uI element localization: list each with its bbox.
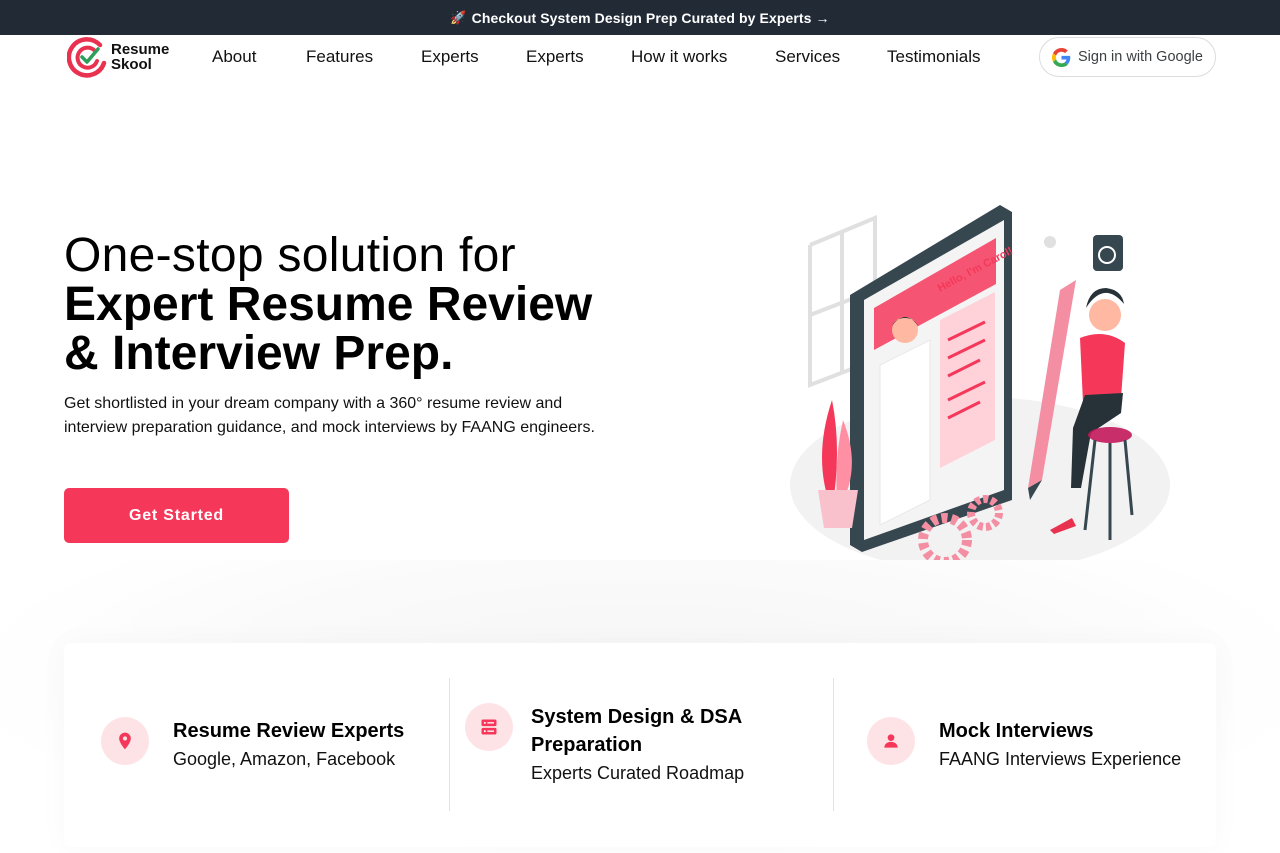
- nav-link-experts[interactable]: Experts: [421, 47, 479, 67]
- logo-text-line2: Skool: [111, 56, 152, 73]
- hero-title-line2: Expert Resume Review: [64, 278, 593, 331]
- nav-link-how-it-works[interactable]: How it works: [631, 47, 727, 67]
- rocket-icon: 🚀: [450, 9, 467, 25]
- hero-description: Get shortlisted in your dream company wi…: [64, 395, 595, 436]
- nav-link-testimonials[interactable]: Testimonials: [887, 47, 981, 67]
- google-signin-label: Sign in with Google: [1078, 49, 1203, 65]
- resume-skool-logo-icon: [67, 37, 107, 78]
- nav-link-features[interactable]: Features: [306, 47, 373, 67]
- nav-link-about[interactable]: About: [212, 47, 256, 67]
- features-card: Resume Review Experts Google, Amazon, Fa…: [64, 643, 1216, 847]
- google-icon: [1052, 47, 1071, 67]
- server-icon: [465, 703, 513, 751]
- feature-subtitle: FAANG Interviews Experience: [939, 749, 1182, 769]
- feature-title: Mock Interviews: [939, 720, 1094, 742]
- feature-title: Resume Review Experts: [173, 720, 405, 742]
- logo-text-line1: Resume: [111, 41, 170, 58]
- logo[interactable]: Resume Skool: [67, 36, 177, 78]
- feature-divider: [449, 678, 450, 811]
- navbar: Resume Skool About Features Experts Expe…: [0, 35, 1280, 80]
- location-pin-icon: [101, 717, 149, 765]
- hero-illustration: Hello, I'm Carol!: [790, 205, 1170, 573]
- hero-title: One-stop solution for Expert Resume Revi…: [64, 231, 664, 378]
- hero-title-line1: One-stop solution for: [64, 229, 516, 282]
- user-icon: [867, 717, 915, 765]
- feature-title: System Design & DSA Preparation: [531, 706, 742, 756]
- nav-link-services[interactable]: Services: [775, 47, 840, 67]
- announcement-bar[interactable]: 🚀 Checkout System Design Prep Curated by…: [0, 0, 1280, 35]
- google-signin-button[interactable]: Sign in with Google: [1039, 37, 1216, 77]
- feature-divider: [833, 678, 834, 811]
- announcement-text[interactable]: Checkout System Design Prep Curated by E…: [472, 10, 830, 26]
- feature-subtitle: Google, Amazon, Facebook: [173, 749, 396, 769]
- nav-link-experts-2[interactable]: Experts: [526, 47, 584, 67]
- hero-title-line3: & Interview Prep.: [64, 327, 454, 380]
- get-started-button[interactable]: Get Started: [64, 488, 289, 543]
- feature-subtitle: Experts Curated Roadmap: [531, 763, 745, 783]
